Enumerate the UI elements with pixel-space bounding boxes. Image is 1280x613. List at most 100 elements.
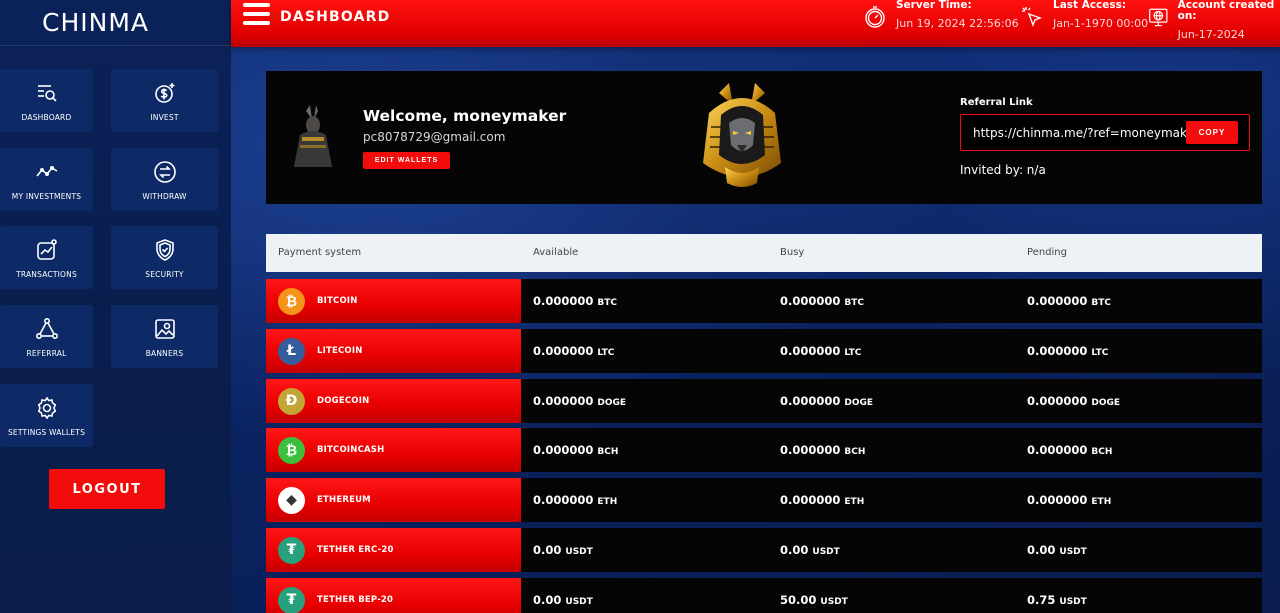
avatar [294,105,332,167]
payment-system-cell[interactable]: ₿ BITCOIN [266,279,521,323]
payment-system-cell[interactable]: Ł LITECOIN [266,329,521,373]
account-created-value: Jun-17-2024 [1177,28,1245,41]
account-created-info: Account created on: Jun-17-2024 [1148,0,1280,41]
table-row: ₮ TETHER ERC-20 0.00 USDT 0.00 USDT 0.00 USD… [266,528,1262,572]
last-access-value: Jan-1-1970 00:00 [1053,17,1149,30]
busy-amount: 0.000000 BTC [780,294,865,308]
busy-amount: 0.000000 LTC [780,344,862,358]
pending-amount: 0.00 USDT [1027,543,1087,557]
busy-amount: 50.00 USDT [780,593,848,607]
busy-amount: 0.00 USDT [780,543,840,557]
payment-system-cell[interactable]: ₮ TETHER BEP-20 [266,578,521,613]
sidebar-item-settings-wallets[interactable]: SETTINGS WALLETS [0,384,93,447]
server-time-label: Server Time: [896,0,972,11]
sidebar-item-label: REFERRAL [26,349,67,358]
top-header: DASHBOARD Server Time: Jun 19, 2024 22:5… [231,0,1280,47]
stopwatch-icon [865,6,885,28]
table-row: ₿ BITCOINCASH 0.000000 BCH 0.000000 BCH 0.00… [266,428,1262,472]
chart-up-icon [36,239,57,260]
coin-icon: ₮ [278,536,305,564]
payment-system-name: BITCOIN [317,296,358,306]
payment-system-cell[interactable]: Ð DOGECOIN [266,379,521,423]
cursor-click-icon [1022,7,1042,27]
sidebar-item-invest[interactable]: INVEST [111,69,218,132]
payment-system-name: DOGECOIN [317,396,370,406]
coin-icon: ₿ [278,436,305,464]
available-amount: 0.000000 BCH [533,443,619,457]
column-header-busy: Busy [780,247,805,258]
table-row: Ð DOGECOIN 0.000000 DOGE 0.000000 DOGE 0.000… [266,379,1262,423]
column-header-payment-system: Payment system [278,247,362,258]
coin-icon: Ð [278,387,305,415]
available-amount: 0.000000 BTC [533,294,618,308]
pending-amount: 0.000000 BTC [1027,294,1112,308]
sidebar-item-withdraw[interactable]: WITHDRAW [111,148,218,211]
sidebar-item-my-investments[interactable]: MY INVESTMENTS [0,148,93,211]
referral-link-box: COPY [960,114,1250,151]
referral-link-label: Referral Link [960,97,1033,108]
sidebar-item-label: DASHBOARD [21,113,72,122]
payment-system-name: ETHEREUM [317,495,371,505]
table-row: ₿ BITCOIN 0.000000 BTC 0.000000 BTC 0.000000… [266,279,1262,323]
hamburger-menu-icon[interactable] [243,3,270,25]
pending-amount: 0.000000 BCH [1027,443,1113,457]
pending-amount: 0.000000 ETH [1027,493,1112,507]
payment-system-name: LITECOIN [317,346,363,356]
sidebar-item-banners[interactable]: BANNERS [111,305,218,368]
sidebar-item-label: WITHDRAW [142,192,187,201]
last-access-info: Last Access: Jan-1-1970 00:00 [1020,0,1148,30]
busy-amount: 0.000000 DOGE [780,394,874,408]
last-access-label: Last Access: [1053,0,1127,11]
page-title: DASHBOARD [280,9,391,25]
logout-button[interactable]: LOGOUT [49,469,165,509]
sidebar-item-referral[interactable]: REFERRAL [0,305,93,368]
gear-icon [37,396,56,420]
brand-logo: CHINMA [0,0,231,46]
sidebar-item-transactions[interactable]: TRANSACTIONS [0,226,93,289]
sidebar-item-security[interactable]: SECURITY [111,226,218,289]
dollar-plus-icon [154,83,174,103]
payment-system-cell[interactable]: ₿ BITCOINCASH [266,428,521,472]
pending-amount: 0.000000 LTC [1027,344,1109,358]
edit-wallets-button[interactable]: EDIT WALLETS [363,152,450,169]
network-icon [35,317,58,339]
copy-button[interactable]: COPY [1186,121,1238,144]
available-amount: 0.000000 LTC [533,344,615,358]
sidebar-item-dashboard[interactable]: DASHBOARD [0,69,93,132]
exchange-arrows-icon [153,161,176,183]
invited-by: Invited by: n/a [960,163,1046,177]
pending-amount: 0.75 USDT [1027,593,1087,607]
sidebar-item-label: BANNERS [145,349,184,358]
balance-table-header: Payment system Available Busy Pending [266,234,1262,272]
available-amount: 0.000000 DOGE [533,394,627,408]
welcome-panel: Welcome, moneymaker pc8078729@gmail.com … [266,71,1262,204]
pending-amount: 0.000000 DOGE [1027,394,1121,408]
coin-icon: Ł [278,337,305,365]
welcome-greeting: Welcome, moneymaker [363,107,567,125]
sidebar-item-label: TRANSACTIONS [16,270,77,279]
anubis-emblem-logo [703,83,781,187]
server-time-info: Server Time: Jun 19, 2024 22:56:06 [863,0,1019,30]
payment-system-cell[interactable]: ◆ ETHEREUM [266,478,521,522]
busy-amount: 0.000000 ETH [780,493,865,507]
available-amount: 0.00 USDT [533,593,593,607]
coin-icon: ◆ [278,486,305,514]
payment-system-name: TETHER BEP-20 [317,595,394,605]
table-row: Ł LITECOIN 0.000000 LTC 0.000000 LTC 0.00000… [266,329,1262,373]
shield-check-icon [155,239,174,261]
sidebar-item-label: SECURITY [145,270,184,279]
user-email: pc8078729@gmail.com [363,130,506,144]
sidebar-item-label: MY INVESTMENTS [11,192,82,201]
globe-monitor-icon [1149,8,1168,27]
table-row: ◆ ETHEREUM 0.000000 ETH 0.000000 ETH 0.00000… [266,478,1262,522]
column-header-pending: Pending [1027,247,1067,258]
payment-system-name: TETHER ERC-20 [317,545,394,555]
sidebar-item-label: INVEST [150,113,179,122]
sidebar: CHINMA DASHBOARD INVEST MY INVESTMENTS W… [0,0,231,613]
referral-link-input[interactable] [973,124,1188,142]
available-amount: 0.000000 ETH [533,493,618,507]
busy-amount: 0.000000 BCH [780,443,866,457]
coin-icon: ₮ [278,586,305,613]
payment-system-cell[interactable]: ₮ TETHER ERC-20 [266,528,521,572]
account-created-label: Account created on: [1177,0,1275,22]
